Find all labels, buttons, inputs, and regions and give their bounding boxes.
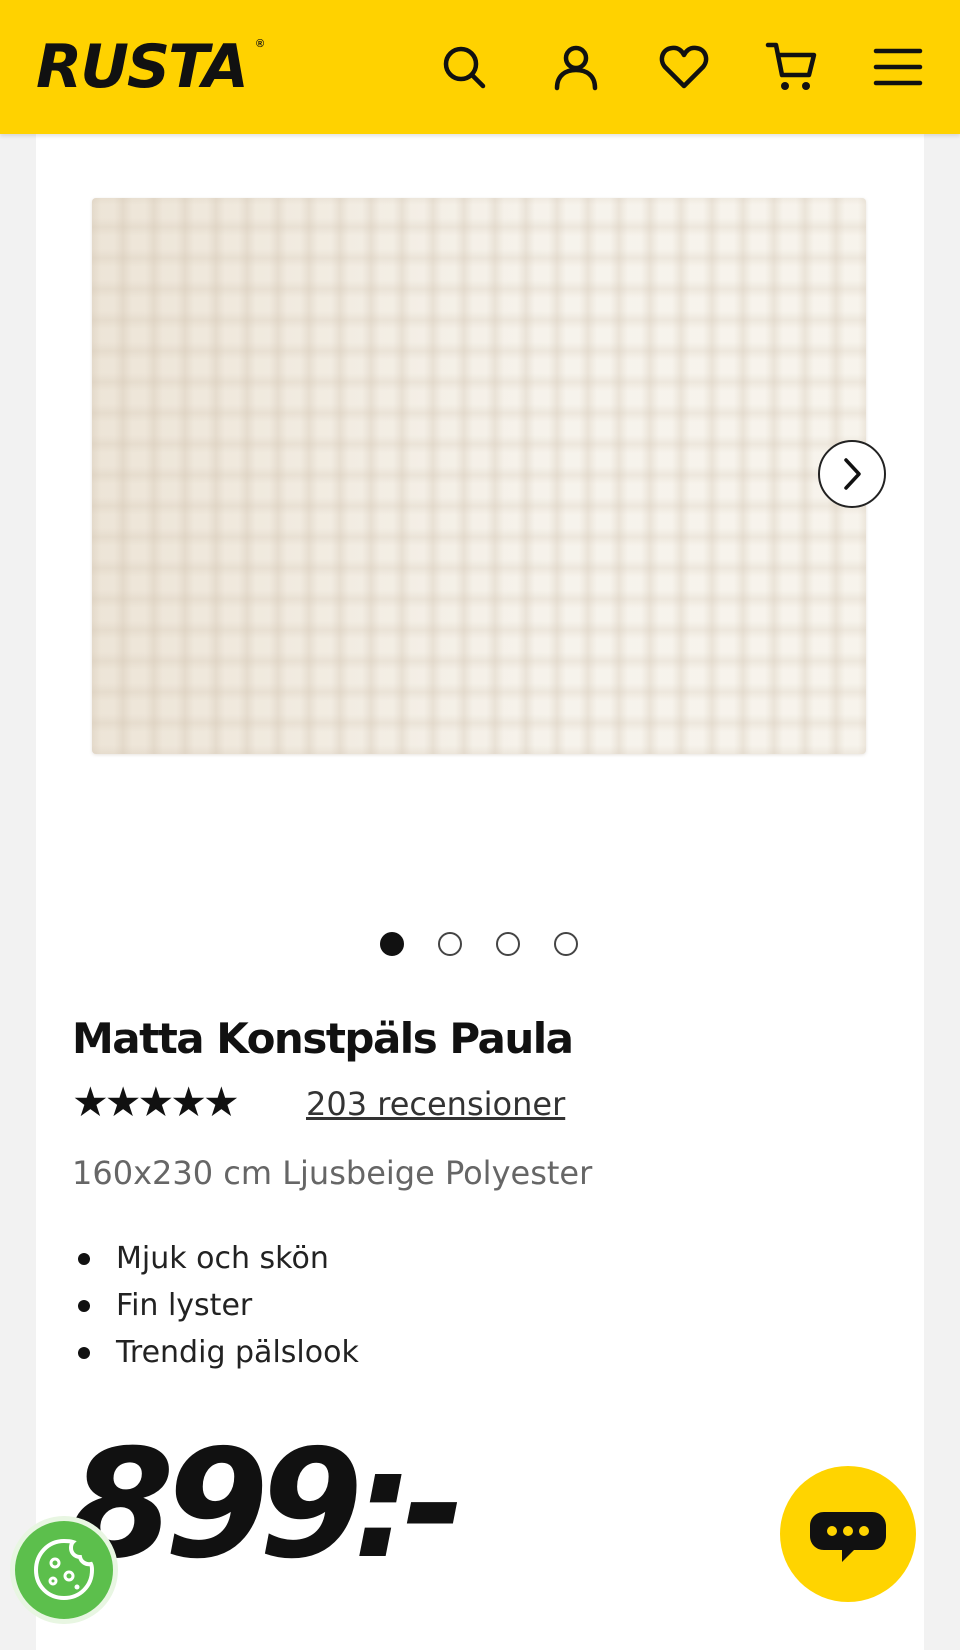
bullet-icon bbox=[78, 1347, 90, 1359]
cookie-icon bbox=[33, 1538, 95, 1601]
registered-mark: ® bbox=[256, 38, 265, 50]
gallery-dot[interactable] bbox=[554, 932, 578, 956]
cart-button[interactable] bbox=[764, 39, 820, 95]
bullet-icon bbox=[78, 1253, 90, 1265]
cookie-settings-button[interactable] bbox=[10, 1516, 118, 1624]
feature-item: Trendig pälslook bbox=[72, 1330, 359, 1377]
product-price: 899:- bbox=[70, 1418, 465, 1592]
chat-button[interactable] bbox=[780, 1466, 916, 1602]
site-header: RUSTA ® bbox=[0, 0, 960, 134]
chat-bubble-icon bbox=[810, 1512, 886, 1562]
menu-button[interactable] bbox=[870, 39, 926, 95]
wishlist-button[interactable] bbox=[656, 39, 712, 95]
feature-text: Mjuk och skön bbox=[116, 1241, 329, 1276]
feature-item: Mjuk och skön bbox=[72, 1236, 359, 1283]
account-icon bbox=[554, 45, 598, 91]
gallery-dot[interactable] bbox=[438, 932, 462, 956]
rating-stars: ★★★★★ bbox=[72, 1078, 240, 1126]
next-image-button[interactable] bbox=[818, 440, 886, 508]
feature-list: Mjuk och skön Fin lyster Trendig pälsloo… bbox=[72, 1236, 359, 1377]
search-button[interactable] bbox=[436, 39, 492, 95]
product-card: Matta Konstpäls Paula ★★★★★ 203 recensio… bbox=[36, 134, 924, 1650]
search-icon bbox=[443, 46, 486, 89]
reviews-link[interactable]: 203 recensioner bbox=[306, 1084, 565, 1124]
feature-text: Trendig pälslook bbox=[116, 1335, 359, 1370]
rusta-logo[interactable]: RUSTA bbox=[36, 32, 249, 102]
account-button[interactable] bbox=[548, 39, 604, 95]
gallery-dot[interactable] bbox=[380, 932, 404, 956]
gallery-pagination bbox=[380, 932, 580, 960]
product-image[interactable] bbox=[92, 198, 866, 754]
product-subtitle: 160x230 cm Ljusbeige Polyester bbox=[72, 1154, 593, 1192]
feature-text: Fin lyster bbox=[116, 1288, 253, 1323]
cart-icon bbox=[765, 42, 817, 90]
gallery-dot[interactable] bbox=[496, 932, 520, 956]
product-title: Matta Konstpäls Paula bbox=[72, 1014, 574, 1063]
feature-item: Fin lyster bbox=[72, 1283, 359, 1330]
chevron-right-icon bbox=[844, 458, 861, 490]
menu-icon bbox=[873, 48, 923, 86]
bullet-icon bbox=[78, 1300, 90, 1312]
heart-icon bbox=[659, 45, 709, 89]
